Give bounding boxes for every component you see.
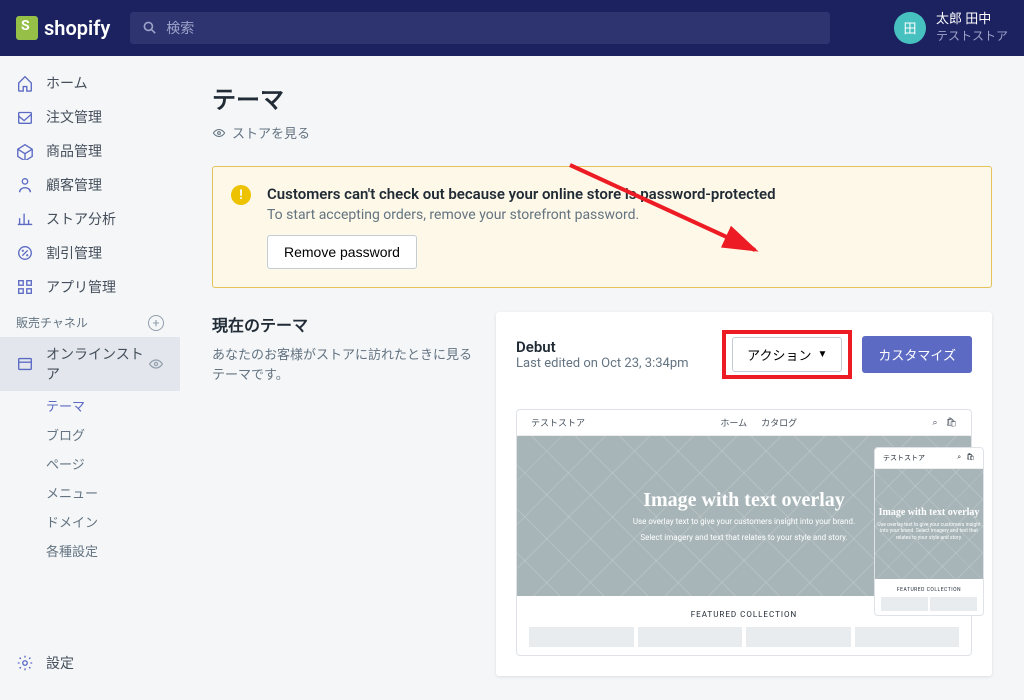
sub-menu[interactable]: メニュー — [30, 478, 180, 507]
main-content: テーマ ストアを見る ! Customers can't check out b… — [180, 56, 1024, 700]
sub-preferences[interactable]: 各種設定 — [30, 536, 180, 565]
mobile-header: テストストア ⌕ 🛍 — [875, 448, 983, 469]
brand-name: shopify — [44, 16, 110, 40]
action-highlight: アクション ▼ — [722, 330, 852, 379]
search-icon: ⌕ — [933, 418, 938, 428]
hero-text-2: Select imagery and text that relates to … — [640, 532, 847, 543]
gear-icon — [16, 654, 34, 672]
nav-online-store[interactable]: オンラインストア — [0, 337, 180, 391]
actions-button[interactable]: アクション ▼ — [732, 337, 842, 372]
store-icon — [16, 355, 34, 373]
warning-icon: ! — [231, 185, 251, 205]
nav-apps[interactable]: アプリ管理 — [0, 270, 180, 304]
hero-title: Image with text overlay — [643, 489, 845, 512]
logo[interactable]: shopify — [16, 16, 110, 40]
sub-nav: テーマ ブログ ページ メニュー ドメイン 各種設定 — [0, 391, 180, 565]
eye-icon[interactable] — [148, 356, 164, 372]
theme-name: Debut — [516, 338, 689, 356]
avatar: 田 — [894, 12, 926, 44]
page-title: テーマ — [212, 80, 992, 115]
nav-label: 設定 — [46, 653, 74, 673]
eye-icon — [212, 126, 226, 140]
product-placeholder — [855, 627, 960, 647]
mobile-hero-title: Image with text overlay — [879, 507, 980, 519]
section-desc: あなたのお客様がストアに訪れたときに見るテーマです。 — [212, 346, 472, 385]
section-title: 現在のテーマ — [212, 312, 472, 336]
theme-card: Debut Last edited on Oct 23, 3:34pm アクショ… — [496, 312, 992, 676]
nav-section-channels: 販売チャネル + — [0, 304, 180, 337]
topbar: shopify 田 太郎 田中 テストストア — [0, 0, 1024, 56]
nav-home[interactable]: ホーム — [0, 66, 180, 100]
nav-label: オンラインストア — [46, 344, 148, 384]
customers-icon — [16, 176, 34, 194]
product-placeholder — [746, 627, 851, 647]
orders-icon — [16, 108, 34, 126]
caret-down-icon: ▼ — [817, 349, 827, 360]
product-placeholder — [529, 627, 634, 647]
nav-settings[interactable]: 設定 — [0, 646, 180, 680]
user-name: 太郎 田中 — [936, 12, 1008, 29]
alert-text: To start accepting orders, remove your s… — [267, 207, 776, 223]
collection-images — [517, 627, 971, 655]
customize-button[interactable]: カスタマイズ — [862, 336, 972, 373]
mobile-collection-heading: FEATURED COLLECTION — [875, 579, 983, 597]
nav-products[interactable]: 商品管理 — [0, 134, 180, 168]
sub-domains[interactable]: ドメイン — [30, 507, 180, 536]
view-store-label: ストアを見る — [232, 123, 310, 142]
nav-label: アプリ管理 — [46, 277, 116, 297]
user-info: 太郎 田中 テストストア — [936, 12, 1008, 44]
sub-blog[interactable]: ブログ — [30, 420, 180, 449]
search-icon — [142, 20, 158, 36]
mobile-preview: テストストア ⌕ 🛍 Image with text overlay Use ov… — [874, 447, 984, 616]
view-store-link[interactable]: ストアを見る — [212, 123, 992, 142]
analytics-icon — [16, 210, 34, 228]
preview-nav-home: ホーム — [720, 416, 747, 429]
search-input[interactable] — [166, 20, 818, 36]
nav-analytics[interactable]: ストア分析 — [0, 202, 180, 236]
preview-nav-catalog: カタログ — [761, 416, 797, 429]
sidebar: ホーム 注文管理 商品管理 顧客管理 ストア分析 割引管理 アプリ管理 販売チャ… — [0, 56, 180, 700]
product-placeholder — [881, 597, 928, 611]
products-icon — [16, 142, 34, 160]
nav-label: 顧客管理 — [46, 175, 102, 195]
user-store: テストストア — [936, 29, 1008, 45]
shopify-logo-icon — [16, 16, 38, 40]
sub-themes[interactable]: テーマ — [30, 391, 180, 420]
actions-label: アクション — [747, 345, 811, 364]
section-label: 販売チャネル — [16, 314, 88, 331]
theme-meta: Last edited on Oct 23, 3:34pm — [516, 356, 689, 371]
nav-label: 割引管理 — [46, 243, 102, 263]
mobile-hero-text: Use overlay text to give your customers … — [875, 522, 983, 542]
nav-orders[interactable]: 注文管理 — [0, 100, 180, 134]
cart-icon: 🛍 — [966, 453, 975, 463]
nav-discounts[interactable]: 割引管理 — [0, 236, 180, 270]
hero-text-1: Use overlay text to give your customers … — [633, 516, 855, 527]
search-icon: ⌕ — [957, 453, 961, 463]
add-channel-icon[interactable]: + — [148, 315, 164, 331]
section-info: 現在のテーマ あなたのお客様がストアに訪れたときに見るテーマです。 — [212, 312, 472, 676]
theme-preview: テストストア ホーム カタログ ⌕ 🛍 Image with text overl… — [496, 397, 992, 676]
search-bar[interactable] — [130, 12, 830, 44]
home-icon — [16, 74, 34, 92]
nav-label: ホーム — [46, 73, 88, 93]
password-alert: ! Customers can't check out because your… — [212, 166, 992, 288]
product-placeholder — [638, 627, 743, 647]
product-placeholder — [930, 597, 977, 611]
preview-header: テストストア ホーム カタログ ⌕ 🛍 — [517, 410, 971, 436]
nav-label: 商品管理 — [46, 141, 102, 161]
alert-title: Customers can't check out because your o… — [267, 185, 776, 203]
nav-customers[interactable]: 顧客管理 — [0, 168, 180, 202]
preview-store-name: テストストア — [531, 416, 585, 429]
mobile-hero: Image with text overlay Use overlay text… — [875, 469, 983, 579]
discounts-icon — [16, 244, 34, 262]
remove-password-button[interactable]: Remove password — [267, 235, 417, 269]
mobile-store-name: テストストア — [883, 453, 925, 463]
nav-label: ストア分析 — [46, 209, 116, 229]
mobile-collection-images — [875, 597, 983, 615]
sub-pages[interactable]: ページ — [30, 449, 180, 478]
user-menu[interactable]: 田 太郎 田中 テストストア — [894, 12, 1008, 44]
apps-icon — [16, 278, 34, 296]
nav-label: 注文管理 — [46, 107, 102, 127]
cart-icon: 🛍 — [946, 418, 957, 428]
